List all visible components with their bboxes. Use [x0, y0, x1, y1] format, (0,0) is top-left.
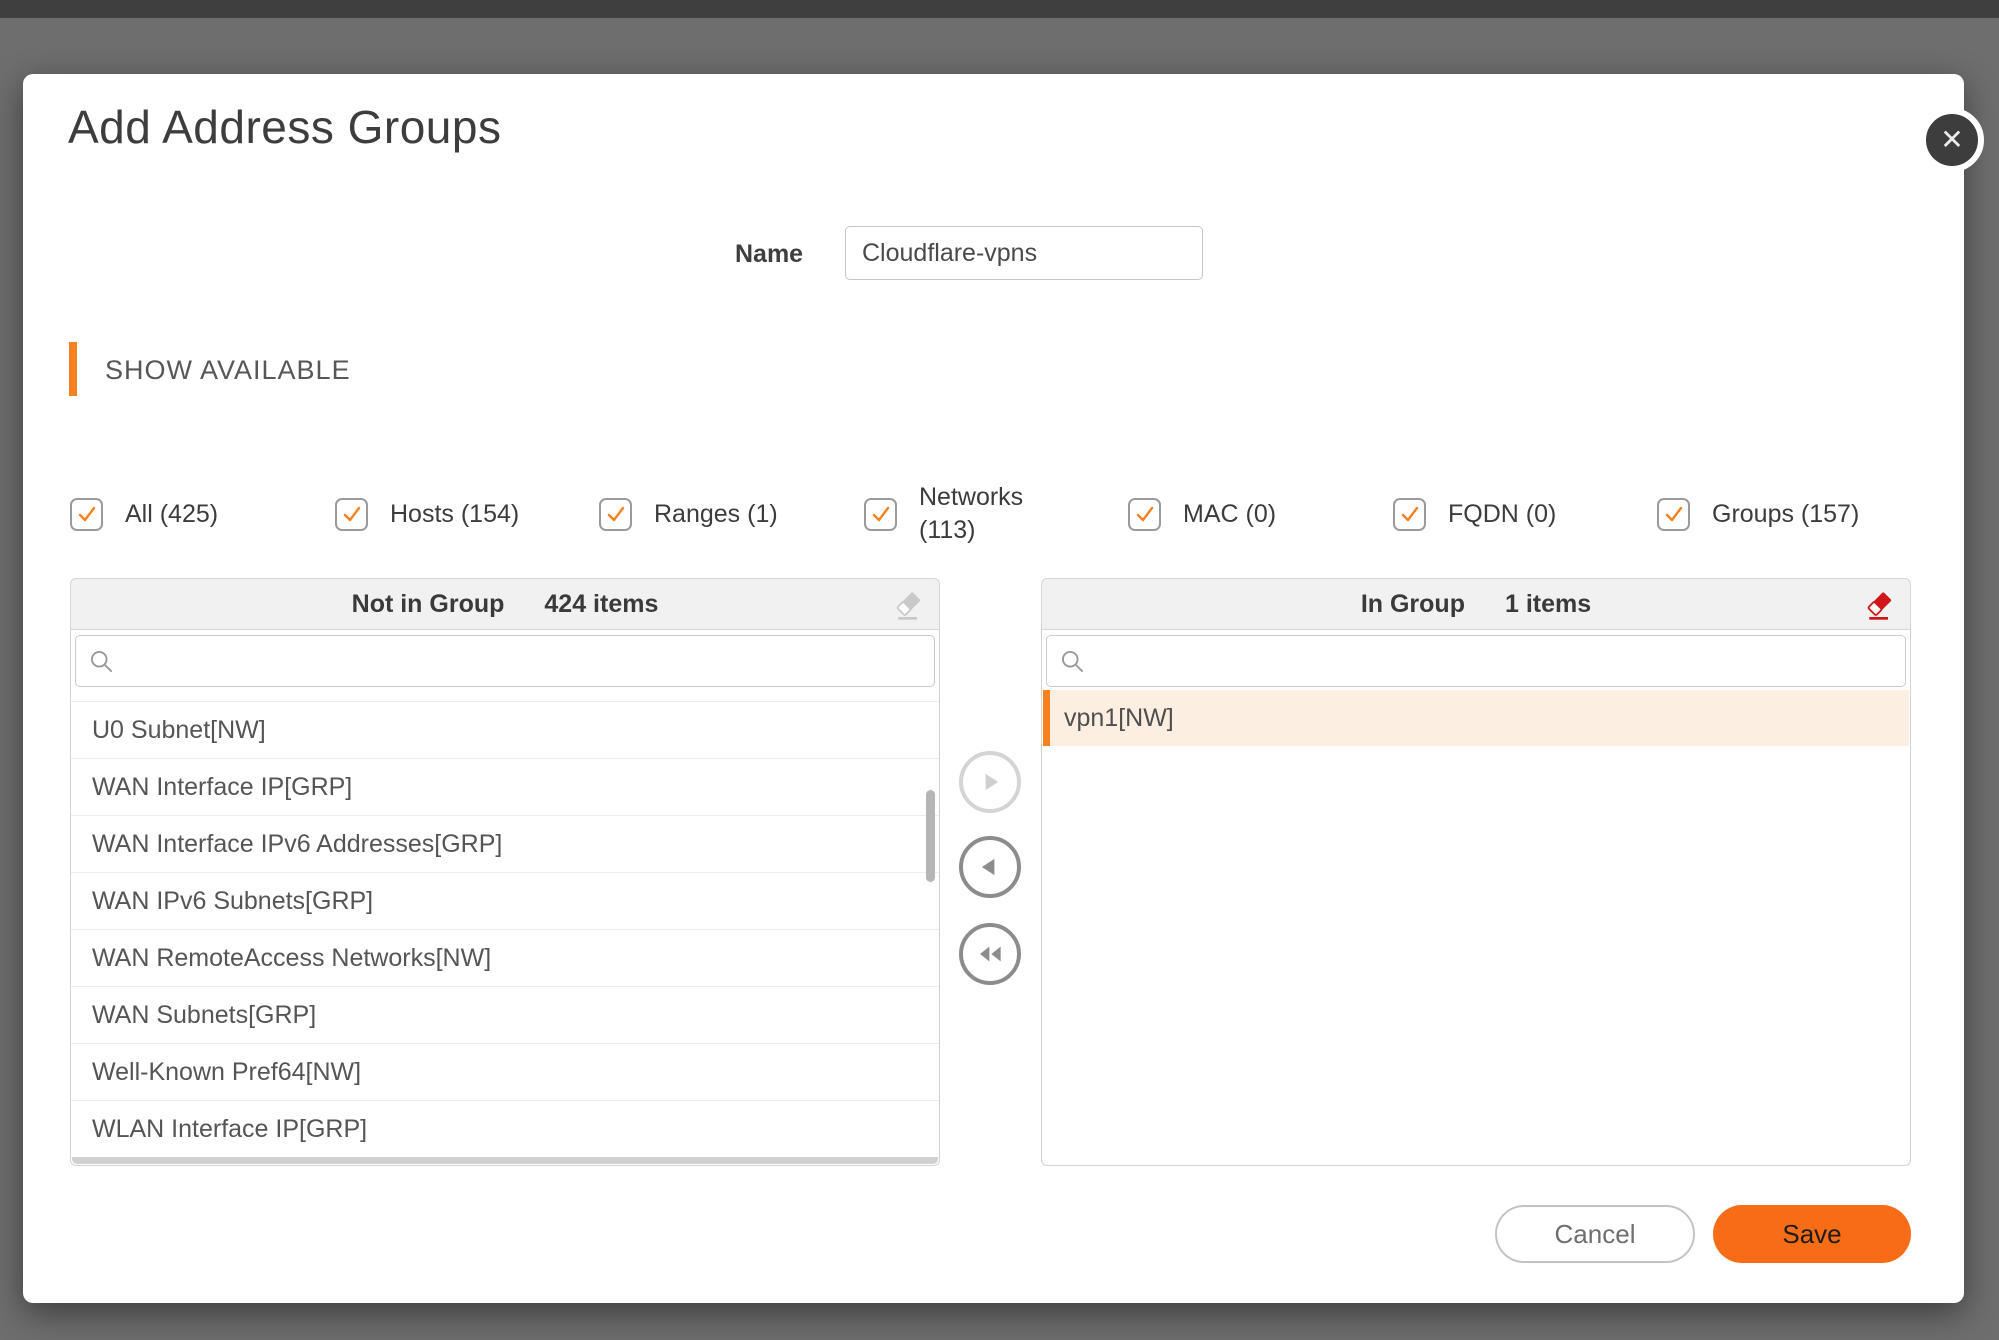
panel-title: In Group	[1360, 589, 1465, 618]
in-group-header: In Group 1 items	[1041, 578, 1911, 630]
move-left-button[interactable]	[959, 836, 1021, 898]
in-group-search	[1046, 635, 1906, 687]
dialog-title: Add Address Groups	[68, 101, 502, 153]
check-icon	[1136, 506, 1153, 522]
panel-count: 424 items	[544, 589, 659, 618]
list-item[interactable]: WAN Interface IPv6 Addresses[GRP]	[71, 816, 939, 873]
list-item[interactable]: WAN Subnets[GRP]	[71, 987, 939, 1044]
checkbox-all[interactable]	[70, 497, 103, 531]
in-group-panel: In Group 1 items vpn1[NW]	[1041, 578, 1911, 1166]
checkbox-fqdn[interactable]	[1393, 497, 1426, 531]
not-in-group-body: U0 Subnet[NW] WAN Interface IP[GRP] WAN …	[70, 630, 940, 1166]
cancel-button[interactable]: Cancel	[1495, 1205, 1695, 1263]
clear-in-group-button[interactable]	[1860, 587, 1898, 625]
list-item[interactable]: WAN IPv6 Subnets[GRP]	[71, 873, 939, 930]
move-right-button[interactable]	[959, 751, 1021, 813]
move-all-left-button[interactable]	[959, 923, 1021, 985]
save-button[interactable]: Save	[1713, 1205, 1911, 1263]
panel-title: Not in Group	[351, 589, 505, 618]
filter-label: Networks (113)	[919, 483, 1024, 544]
vertical-scrollbar-thumb[interactable]	[926, 790, 935, 882]
list-item-selected[interactable]: vpn1[NW]	[1043, 690, 1909, 746]
filter-mac: MAC (0)	[1128, 495, 1276, 533]
check-icon	[343, 506, 360, 522]
not-in-group-search	[75, 635, 935, 687]
list-item[interactable]: Well-Known Pref64[NW]	[71, 1044, 939, 1101]
clear-not-in-group-button[interactable]	[889, 587, 927, 625]
add-address-groups-dialog: Add Address Groups ✕ Name SHOW AVAILABLE…	[23, 74, 1984, 1303]
filter-groups: Groups (157)	[1657, 495, 1859, 533]
filter-label: Groups (157)	[1712, 500, 1860, 528]
filter-networks: Networks (113)	[864, 483, 1023, 544]
close-icon: ✕	[1940, 124, 1964, 155]
filter-ranges: Ranges (1)	[599, 495, 778, 533]
eraser-icon	[896, 592, 921, 620]
close-button[interactable]: ✕	[1920, 108, 1984, 172]
section-accent-bar	[69, 342, 77, 396]
check-icon	[607, 506, 624, 522]
in-group-body: vpn1[NW]	[1041, 630, 1911, 1166]
arrow-right-icon	[985, 773, 999, 791]
filter-label: All (425)	[125, 500, 219, 528]
filter-all: All (425)	[70, 495, 218, 533]
list-item[interactable]: WAN RemoteAccess Networks[NW]	[71, 930, 939, 987]
filter-label: Ranges (1)	[654, 500, 778, 528]
not-in-group-list: U0 Subnet[NW] WAN Interface IP[GRP] WAN …	[71, 690, 939, 1165]
arrow-left-icon	[981, 858, 995, 876]
check-icon	[872, 506, 889, 522]
horizontal-scrollbar[interactable]	[72, 1157, 938, 1164]
filter-hosts: Hosts (154)	[335, 495, 519, 533]
not-in-group-panel: Not in Group 424 items U0 Subnet[NW] WAN…	[70, 578, 940, 1166]
filter-label: FQDN (0)	[1448, 500, 1557, 528]
in-group-search-input[interactable]	[1046, 635, 1906, 687]
checkbox-groups[interactable]	[1657, 497, 1690, 531]
checkbox-ranges[interactable]	[599, 497, 632, 531]
filter-label: MAC (0)	[1183, 500, 1277, 528]
checkbox-mac[interactable]	[1128, 497, 1161, 531]
checkbox-networks[interactable]	[864, 497, 897, 531]
double-arrow-left-icon	[980, 946, 1001, 962]
name-label: Name	[735, 240, 804, 268]
background-top-strip	[0, 0, 1999, 18]
list-item[interactable]: U0 Subnet[NW]	[71, 702, 939, 759]
checkbox-hosts[interactable]	[335, 497, 368, 531]
eraser-icon	[1867, 592, 1892, 620]
list-item[interactable]: WLAN Interface IP[GRP]	[71, 1101, 939, 1158]
name-input[interactable]	[845, 226, 1203, 280]
panel-count: 1 items	[1504, 589, 1592, 618]
list-item-partial	[71, 690, 939, 702]
filter-fqdn: FQDN (0)	[1393, 495, 1556, 533]
not-in-group-header: Not in Group 424 items	[70, 578, 940, 630]
not-in-group-search-input[interactable]	[75, 635, 935, 687]
check-icon	[1665, 506, 1682, 522]
check-icon	[78, 506, 95, 522]
section-title: SHOW AVAILABLE	[105, 355, 351, 385]
check-icon	[1401, 506, 1418, 522]
list-item[interactable]: WAN Interface IP[GRP]	[71, 759, 939, 816]
filter-label: Hosts (154)	[390, 500, 520, 528]
